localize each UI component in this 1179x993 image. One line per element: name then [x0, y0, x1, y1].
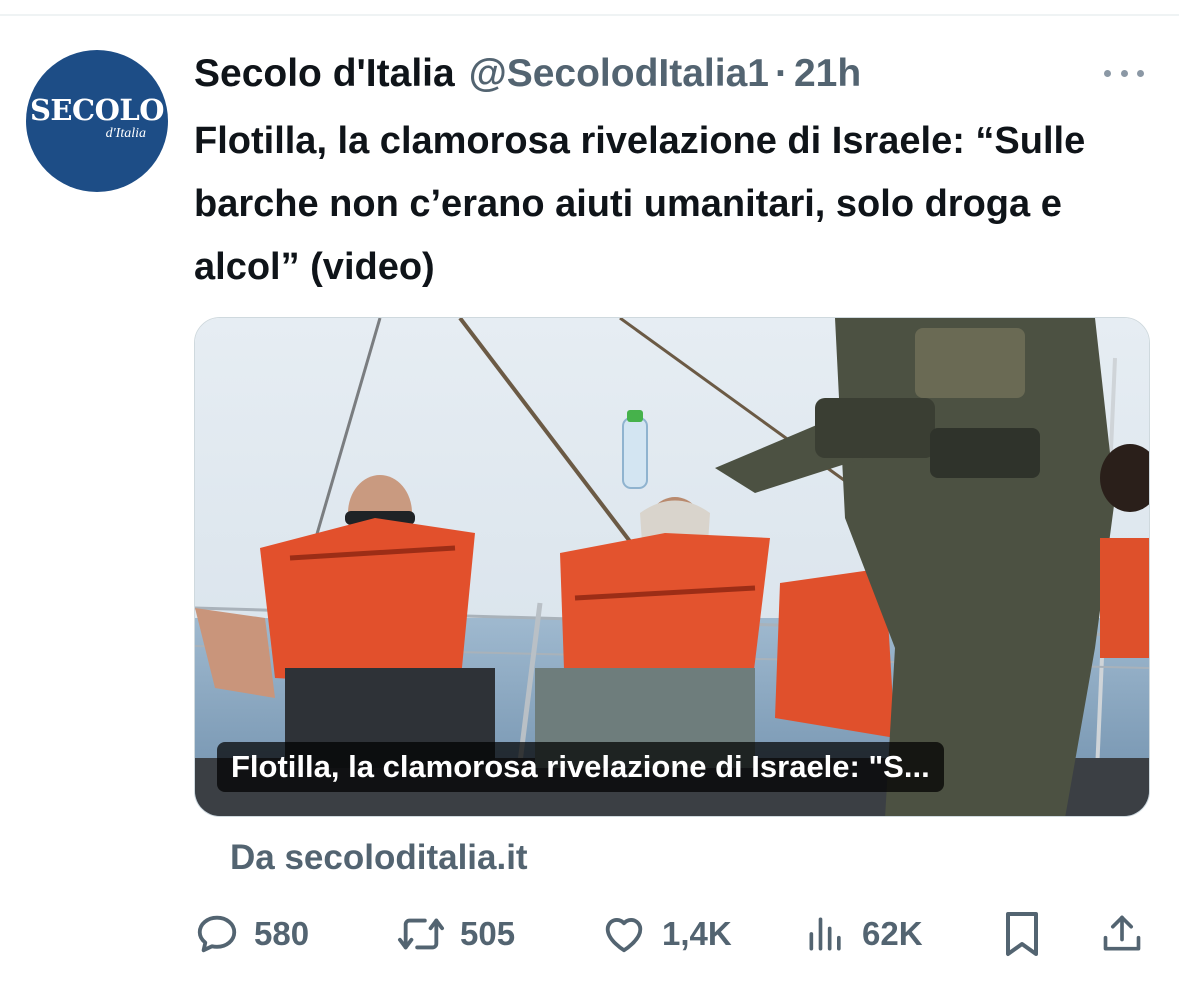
- retweet-count: 505: [460, 915, 516, 952]
- retweet-arrows-icon: [397, 918, 444, 950]
- reply-count: 580: [254, 915, 310, 952]
- author-name[interactable]: Secolo d'Italia: [194, 50, 455, 98]
- views-button[interactable]: 62K: [804, 908, 923, 960]
- avatar-logo-subtext: d'Italia: [105, 125, 146, 141]
- like-count: 1,4K: [662, 915, 732, 952]
- avatar-logo-text: SECOLO: [29, 92, 165, 127]
- views-count: 62K: [862, 915, 923, 952]
- author-avatar[interactable]: SECOLO d'Italia: [26, 50, 168, 192]
- bookmark-icon: [1006, 912, 1038, 956]
- top-divider: [0, 14, 1179, 16]
- action-bar: 580 505 1,4K 62K: [194, 908, 1154, 960]
- share-button[interactable]: [1100, 908, 1144, 960]
- tweet-timestamp[interactable]: 21h: [794, 50, 861, 98]
- more-dots-icon[interactable]: [1100, 58, 1148, 88]
- tweet-header: Secolo d'Italia @SecolodItalia1 · 21h: [194, 50, 861, 98]
- card-title: Flotilla, la clamorosa rivelazione di Is…: [217, 742, 944, 792]
- share-upload-icon: [1103, 915, 1141, 951]
- retweet-button[interactable]: 505: [396, 908, 515, 960]
- author-handle[interactable]: @SecolodItalia1: [469, 50, 769, 98]
- header-separator: ·: [774, 52, 788, 95]
- reply-button[interactable]: 580: [194, 908, 309, 960]
- speech-bubble-icon: [197, 915, 237, 953]
- card-source[interactable]: Da secoloditalia.it: [230, 836, 528, 880]
- link-card[interactable]: Flotilla, la clamorosa rivelazione di Is…: [194, 317, 1150, 817]
- heart-icon: [605, 918, 643, 953]
- like-button[interactable]: 1,4K: [600, 908, 732, 960]
- bar-chart-icon: [809, 917, 841, 951]
- bookmark-button[interactable]: [1002, 908, 1042, 960]
- tweet-text: Flotilla, la clamorosa rivelazione di Is…: [194, 120, 1086, 288]
